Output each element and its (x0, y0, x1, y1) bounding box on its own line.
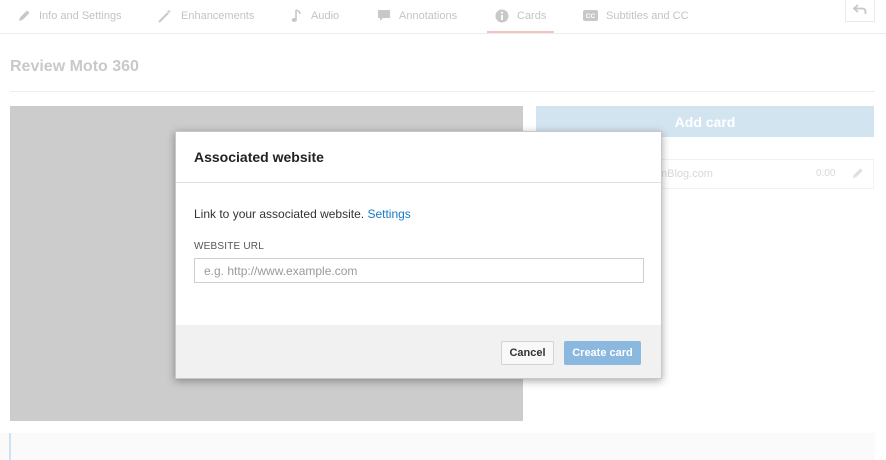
card-name: nBlog.com (661, 168, 713, 180)
tab-info-and-settings[interactable]: Info and Settings (17, 0, 122, 31)
description-text: Link to your associated website. (194, 207, 365, 221)
tab-cards[interactable]: Cards (487, 0, 555, 33)
cancel-button[interactable]: Cancel (501, 341, 554, 365)
tab-label: Audio (311, 9, 340, 22)
pencil-icon[interactable] (851, 167, 864, 183)
associated-website-dialog: Associated website Link to your associat… (175, 131, 662, 379)
cc-icon: CC (583, 10, 598, 21)
undo-arrow-icon (852, 2, 867, 20)
music-note-icon (291, 8, 303, 24)
tab-label: Subtitles and CC (606, 9, 689, 22)
tab-label: Info and Settings (39, 9, 122, 22)
undo-button[interactable] (845, 0, 875, 22)
dialog-description: Link to your associated website. Setting… (194, 207, 411, 221)
page-title: Review Moto 360 (10, 58, 139, 75)
pencil-icon (17, 9, 31, 23)
tab-label: Enhancements (181, 9, 255, 22)
tab-label: Cards (517, 9, 547, 22)
tab-enhancements[interactable]: Enhancements (157, 0, 254, 31)
dialog-title: Associated website (194, 149, 324, 165)
settings-link[interactable]: Settings (367, 207, 410, 221)
website-url-label: WEBSITE URL (194, 241, 264, 252)
tab-label: Annotations (399, 9, 458, 22)
svg-text:CC: CC (586, 13, 596, 20)
dialog-footer: Cancel Create card (176, 325, 661, 378)
magic-wand-icon (157, 8, 173, 24)
divider (176, 182, 661, 183)
tab-subtitles-and-cc[interactable]: CC Subtitles and CC (583, 0, 689, 31)
timeline-strip[interactable] (0, 433, 875, 460)
info-circle-icon (495, 9, 509, 23)
create-card-button[interactable]: Create card (564, 341, 641, 365)
tab-audio[interactable]: Audio (291, 0, 339, 31)
website-url-input[interactable] (194, 258, 644, 283)
tab-annotations[interactable]: Annotations (377, 0, 457, 31)
speech-bubble-icon (377, 9, 391, 22)
card-time: 0:00 (816, 168, 836, 179)
editor-tab-bar: Info and Settings Enhancements Audio Ann… (0, 0, 886, 34)
divider (10, 91, 875, 92)
timeline-playhead[interactable] (9, 433, 11, 460)
